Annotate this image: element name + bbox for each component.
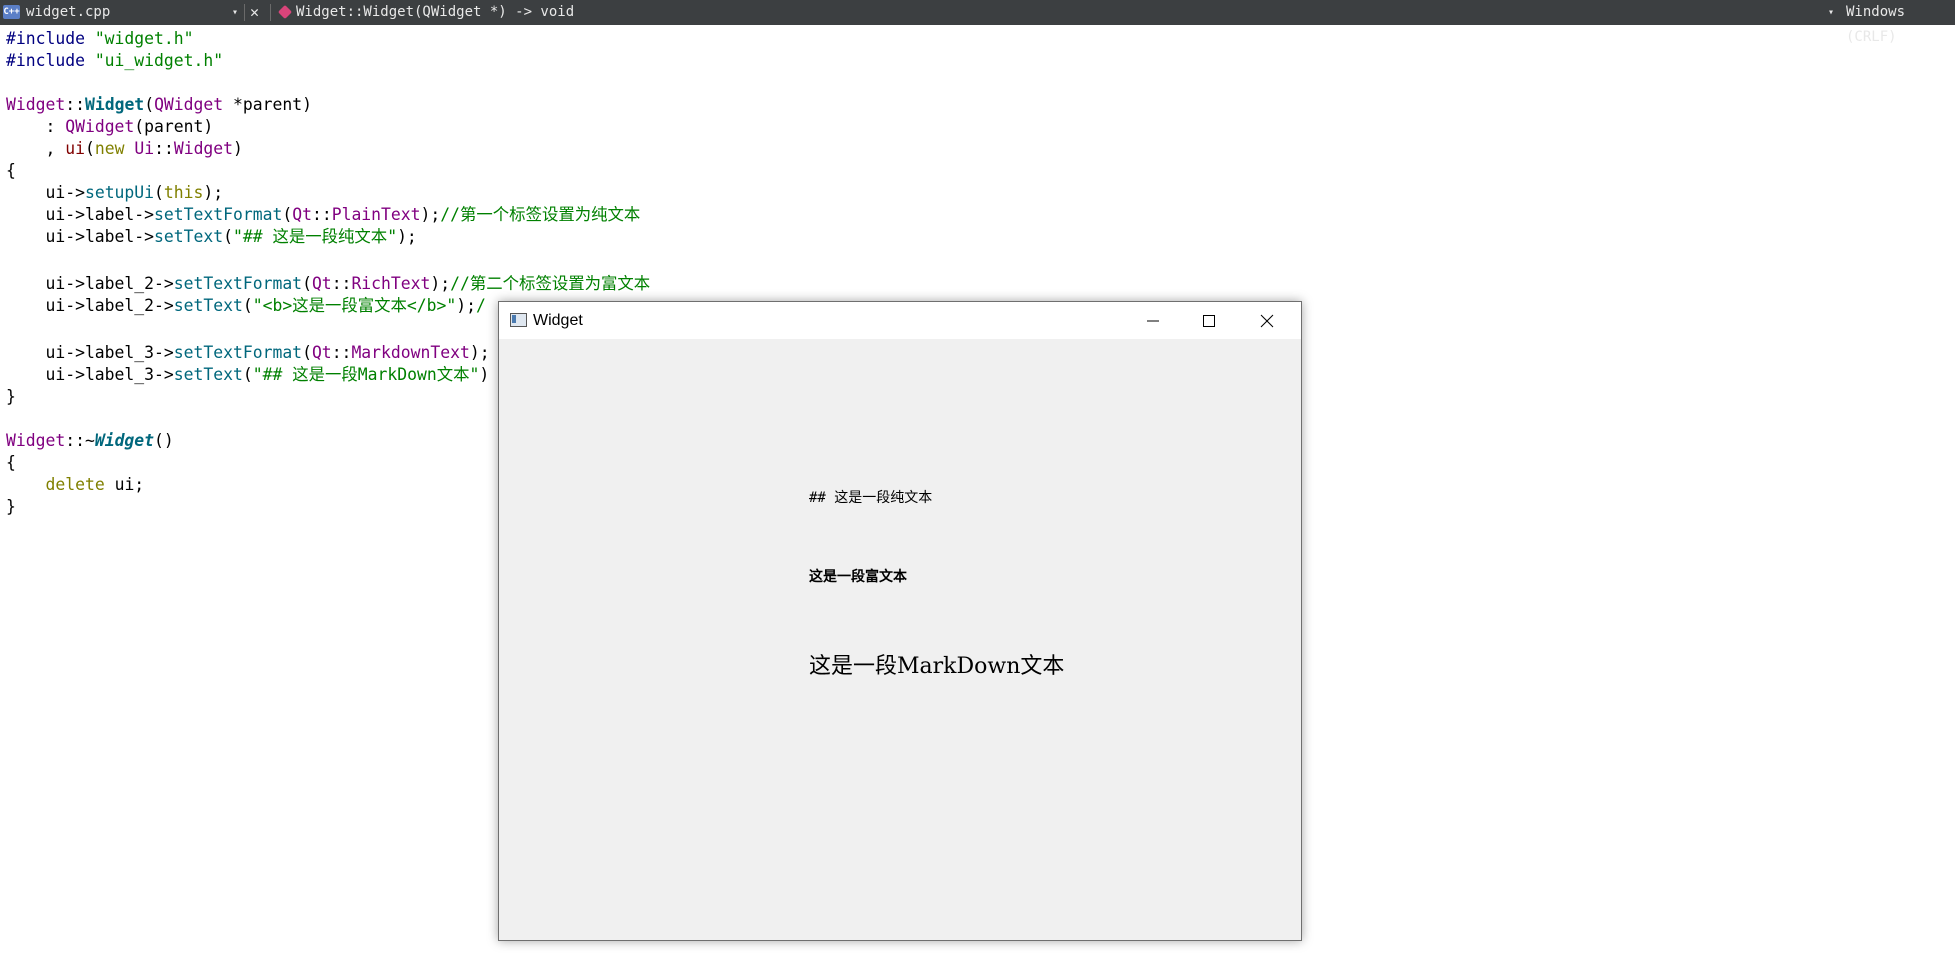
code-line: ui->label->setText("## 这是一段纯文本"); [6, 227, 417, 246]
code-line: Widget::Widget(QWidget *parent) [6, 95, 312, 114]
code-line: { [6, 161, 16, 180]
line-ending-selector[interactable]: Windows (CRLF) [1846, 0, 1955, 45]
minimize-button[interactable] [1125, 302, 1181, 339]
markdown-text-label: 这是一段MarkDown文本 [809, 654, 1065, 679]
code-line: #include "ui_widget.h" [6, 51, 224, 70]
editor-toolbar: C++ widget.cpp ▾ ✕ Widget::Widget(QWidge… [0, 0, 1955, 45]
open-document-selector[interactable]: widget.cpp [26, 0, 110, 25]
chevron-down-icon[interactable]: ▾ [232, 0, 238, 25]
close-button[interactable] [1239, 302, 1295, 339]
code-line: ui->label->setTextFormat(Qt::PlainText);… [6, 205, 641, 224]
code-line: ui->label_2->setTextFormat(Qt::RichText)… [6, 274, 651, 293]
function-symbol-icon [277, 4, 293, 20]
code-line: { [6, 453, 16, 472]
code-line: delete ui; [45, 475, 145, 494]
cpp-file-icon: C++ [3, 5, 20, 19]
window-titlebar[interactable]: Widget [499, 302, 1301, 339]
close-document-icon[interactable]: ✕ [250, 0, 259, 25]
code-line: } [6, 497, 16, 516]
minimize-icon [1147, 320, 1159, 322]
plain-text-label: ## 这是一段纯文本 [809, 490, 933, 506]
rich-text-label: 这是一段富文本 [809, 569, 907, 585]
chevron-down-icon[interactable]: ▾ [1828, 0, 1834, 25]
symbol-selector[interactable]: Widget::Widget(QWidget *) -> void [296, 0, 574, 25]
maximize-button[interactable] [1181, 302, 1237, 339]
close-icon [1260, 314, 1274, 328]
code-line: : QWidget(parent) [6, 117, 214, 136]
code-line: ui->label_2->setText("<b>这是一段富文本</b>");/ [6, 296, 486, 315]
maximize-icon [1203, 315, 1215, 327]
toolbar-divider [244, 4, 245, 21]
widget-window[interactable]: Widget ## 这是一段纯文本 这是一段富文本 这是一段MarkDown文本 [498, 301, 1302, 941]
code-line: ui->label_3->setText("## 这是一段MarkDown文本"… [6, 365, 490, 384]
window-title: Widget [533, 312, 583, 329]
code-line: ui->label_3->setTextFormat(Qt::MarkdownT… [6, 343, 490, 362]
code-line: Widget::~Widget() [6, 431, 174, 450]
code-line: , ui(new Ui::Widget) [6, 139, 243, 158]
code-line: ui->setupUi(this); [6, 183, 224, 202]
code-line: } [6, 387, 16, 406]
toolbar-divider [270, 4, 271, 21]
code-line: #include "widget.h" [6, 29, 194, 48]
window-content: ## 这是一段纯文本 这是一段富文本 这是一段MarkDown文本 [499, 339, 1301, 940]
app-window-icon [510, 313, 527, 327]
